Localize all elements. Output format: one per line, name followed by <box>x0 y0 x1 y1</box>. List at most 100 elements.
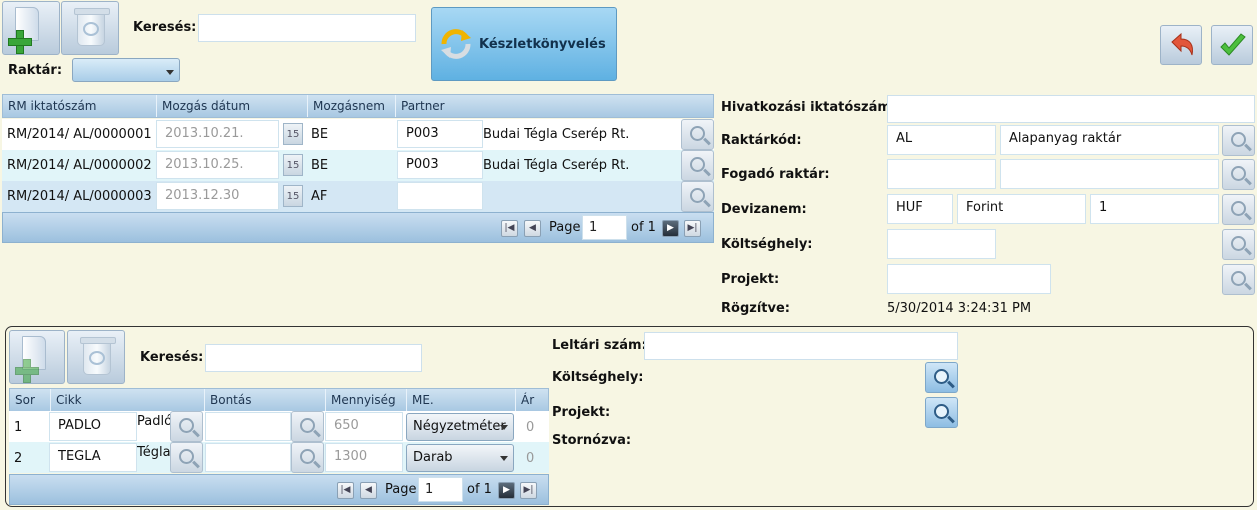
chevron-down-icon <box>166 70 174 75</box>
item-code-cell[interactable]: PADLO <box>49 412 137 441</box>
calendar-icon[interactable]: 15 <box>283 154 303 176</box>
recorded-value: 5/30/2014 3:24:31 PM <box>887 301 1032 316</box>
first-page-button[interactable]: |◀ <box>337 482 354 499</box>
table-row[interactable]: RM/2014/ AL/0000002 2013.10.25. 15 BE P0… <box>2 150 714 181</box>
column-header-partner[interactable]: Partner <box>395 95 445 117</box>
receiving-lookup-button[interactable] <box>1222 159 1255 190</box>
page-input[interactable] <box>582 215 627 240</box>
movement-type-cell: BE <box>311 127 329 142</box>
cost-center-field[interactable] <box>887 229 996 259</box>
item-lookup-button[interactable] <box>170 442 203 473</box>
first-page-button[interactable]: |◀ <box>501 220 518 237</box>
search-input[interactable] <box>198 14 416 42</box>
undo-button[interactable] <box>1160 25 1202 65</box>
project-field[interactable] <box>887 264 1051 294</box>
next-page-button[interactable]: ▶ <box>498 482 515 499</box>
page-label: Page <box>549 220 581 235</box>
currency-rate-field[interactable]: 1 <box>1090 194 1219 224</box>
split-cell[interactable] <box>205 443 291 472</box>
search-icon <box>179 449 194 464</box>
receiving-code-field[interactable] <box>887 159 996 189</box>
partner-code-cell[interactable] <box>397 182 483 210</box>
partner-lookup-button[interactable] <box>681 150 714 181</box>
item-code-cell[interactable]: TEGLA <box>49 443 137 472</box>
unit-select[interactable]: Négyzetméter <box>406 413 514 441</box>
currency-code-field[interactable]: HUF <box>887 194 953 224</box>
column-header-split[interactable]: Bontás <box>204 389 252 411</box>
receiving-name-field[interactable] <box>1000 159 1219 189</box>
column-header-unit[interactable]: ME. <box>406 389 434 411</box>
search-icon <box>690 126 705 141</box>
item-cost-center-lookup-button[interactable] <box>925 362 958 393</box>
currency-name-field[interactable]: Forint <box>957 194 1086 224</box>
warehouse-label: Raktár: <box>8 63 63 78</box>
split-lookup-button[interactable] <box>291 411 324 442</box>
table-row[interactable]: 2 TEGLA Tégla 1300 Darab 0 <box>9 442 549 473</box>
quantity-cell[interactable]: 650 <box>325 412 403 441</box>
unit-select-value: Négyzetméter <box>413 419 506 434</box>
recycle-bin-icon <box>80 337 116 375</box>
search-icon <box>1231 166 1246 181</box>
movement-date-cell[interactable]: 2013.12.30 <box>156 182 279 210</box>
storno-label: Stornózva: <box>552 433 632 448</box>
calendar-icon[interactable]: 15 <box>283 185 303 207</box>
partner-lookup-button[interactable] <box>681 119 714 150</box>
column-header-movement-date[interactable]: Mozgás dátum <box>156 95 250 117</box>
page-count-label: of 1 <box>631 220 656 235</box>
calendar-icon[interactable]: 15 <box>283 123 303 145</box>
confirm-button[interactable] <box>1211 25 1253 65</box>
column-header-price[interactable]: Ár <box>515 389 534 411</box>
split-lookup-button[interactable] <box>291 442 324 473</box>
search-icon <box>690 157 705 172</box>
warehouse-select[interactable] <box>72 58 180 82</box>
unit-select[interactable]: Darab <box>406 444 514 472</box>
split-cell[interactable] <box>205 412 291 441</box>
last-page-button[interactable]: ▶| <box>684 220 701 237</box>
row-number-cell: 1 <box>14 420 23 435</box>
item-lookup-button[interactable] <box>170 411 203 442</box>
warehouse-code-label: Raktárkód: <box>721 133 802 148</box>
warehouse-lookup-button[interactable] <box>1222 125 1255 156</box>
last-page-button[interactable]: ▶| <box>520 482 537 499</box>
partner-lookup-button[interactable] <box>681 181 714 212</box>
table-row[interactable]: RM/2014/ AL/0000003 2013.12.30 15 AF <box>2 181 714 212</box>
new-item-button[interactable] <box>9 330 65 384</box>
column-header-quantity[interactable]: Mennyiség <box>325 389 396 411</box>
partner-name-cell: Budai Tégla Cserép Rt. <box>483 158 630 173</box>
prev-page-button[interactable]: ◀ <box>360 482 377 499</box>
item-search-input[interactable] <box>205 344 422 372</box>
new-document-button[interactable] <box>2 1 60 55</box>
project-lookup-button[interactable] <box>1222 264 1255 295</box>
item-project-lookup-button[interactable] <box>925 397 958 428</box>
movement-type-cell: AF <box>311 189 328 204</box>
item-cost-center-label: Költséghely: <box>552 370 644 385</box>
warehouse-name-field[interactable]: Alapanyag raktár <box>1000 125 1219 155</box>
table-row[interactable]: 1 PADLO Padló 650 Négyzetméter 0 <box>9 411 549 442</box>
table-row[interactable]: RM/2014/ AL/0000001 2013.10.21. 15 BE P0… <box>2 119 714 150</box>
next-page-button[interactable]: ▶ <box>662 220 679 237</box>
chevron-down-icon <box>500 425 508 430</box>
column-header-rm-number[interactable]: RM iktatószám <box>3 95 97 117</box>
partner-code-cell[interactable]: P003 <box>397 151 483 179</box>
inventory-number-input[interactable] <box>644 332 958 360</box>
stock-booking-label: Készletkönyvelés <box>479 37 606 52</box>
cost-center-lookup-button[interactable] <box>1222 229 1255 260</box>
column-header-movement-type[interactable]: Mozgásnem <box>307 95 385 117</box>
delete-button[interactable] <box>61 1 119 55</box>
page-input[interactable] <box>418 477 463 502</box>
delete-item-button[interactable] <box>67 330 125 384</box>
search-label: Keresés: <box>133 20 197 35</box>
movement-date-cell[interactable]: 2013.10.25. <box>156 151 279 179</box>
column-header-row[interactable]: Sor <box>10 389 35 411</box>
currency-lookup-button[interactable] <box>1222 194 1255 225</box>
prev-page-button[interactable]: ◀ <box>524 220 541 237</box>
plus-icon <box>8 30 32 54</box>
quantity-cell[interactable]: 1300 <box>325 443 403 472</box>
search-icon <box>300 449 315 464</box>
warehouse-code-field[interactable]: AL <box>887 125 996 155</box>
partner-code-cell[interactable]: P003 <box>397 120 483 148</box>
ref-number-input[interactable] <box>887 95 1255 123</box>
column-header-item[interactable]: Cikk <box>50 389 82 411</box>
movement-date-cell[interactable]: 2013.10.21. <box>156 120 279 148</box>
stock-booking-button[interactable]: Készletkönyvelés <box>431 7 617 81</box>
